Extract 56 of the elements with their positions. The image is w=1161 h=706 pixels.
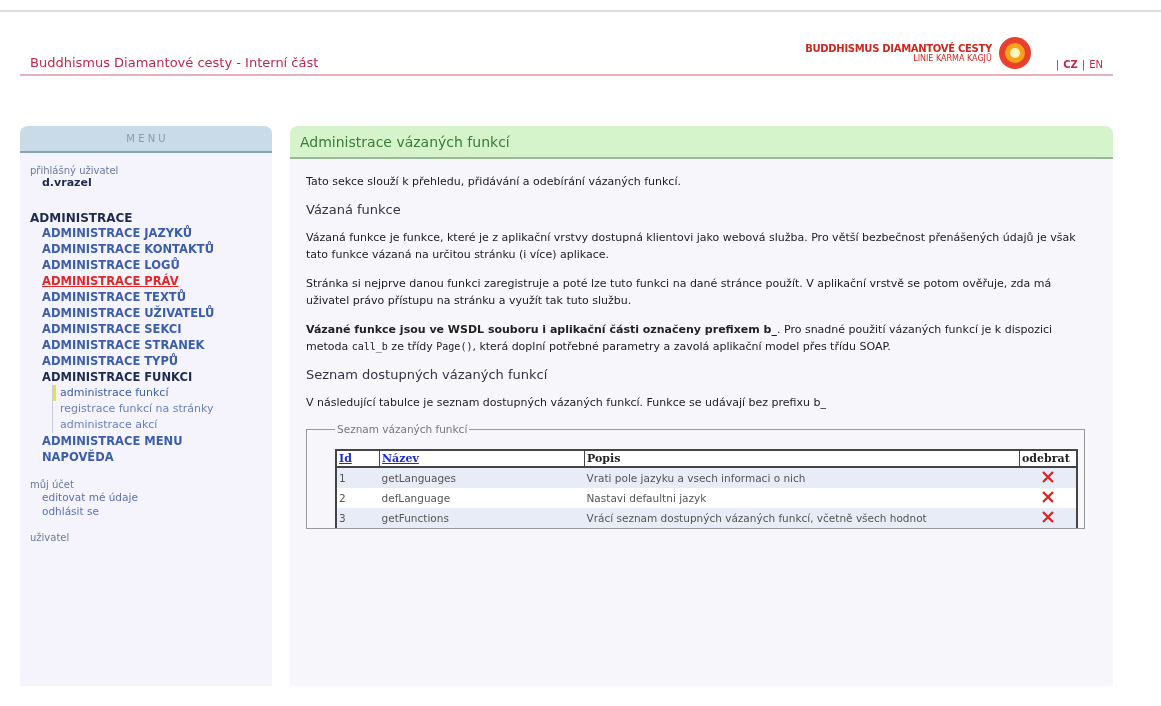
menu-item[interactable]: ADMINISTRACE MENU [42, 433, 183, 449]
submenu-item[interactable]: administrace funkcí [53, 385, 169, 401]
language-link[interactable]: CZ [1063, 59, 1078, 70]
menu-item[interactable]: ADMINISTRACE KONTAKTŮ [42, 241, 214, 257]
delete-icon[interactable] [1041, 491, 1054, 503]
table-cell: Vrácí seznam dostupných vázaných funkcí, včetně všech hodnot [584, 508, 1020, 528]
sort-link[interactable]: Název [382, 452, 419, 465]
column-header: odebrat [1019, 450, 1077, 467]
site-title: Buddhismus Diamantové cesty - Interní část [30, 55, 320, 70]
table-cell: getLanguages [379, 467, 585, 488]
column-header: Popis [584, 450, 1020, 467]
menu-section: ADMINISTRACE [30, 211, 133, 225]
section-heading: Vázaná funkce [306, 202, 402, 217]
menu-item[interactable]: ADMINISTRACE STRANEK [42, 337, 205, 353]
separator: | [1081, 59, 1086, 70]
menu-header: M E N U [20, 126, 272, 153]
paragraph: V následující tabulce je seznam dostupných vázaných funkcí. Funkce se udávají bez prefixu b_ [306, 395, 827, 411]
section-heading: Seznam dostupných vázaných funkcí [306, 367, 549, 382]
table-cell: Nastavi defaultni jazyk [584, 488, 1020, 508]
submenu-item[interactable]: registrace funkcí na stránky [53, 401, 214, 417]
language-link[interactable]: EN [1089, 59, 1103, 70]
account-label: můj účet [30, 479, 74, 490]
logo-subtitle: LINIE KARMA KAGJÜ [913, 54, 992, 63]
menu-item[interactable]: ADMINISTRACE TYPŮ [42, 353, 179, 369]
menu-item[interactable]: ADMINISTRACE UŽIVATELŮ [42, 305, 215, 321]
user-label: uživatel [30, 532, 70, 543]
account-link[interactable]: odhlásit se [42, 504, 99, 518]
table-cell: Vrati pole jazyku a vsech informaci o nich [584, 467, 1020, 488]
login-label: přihlášný uživatel [30, 165, 119, 176]
sort-link[interactable]: Id [339, 452, 352, 465]
table-cell: 2 [336, 488, 380, 508]
paragraph: Tato sekce slouží k přehledu, přidávání a odebírání vázaných funkcí. [306, 174, 682, 190]
menu-item[interactable]: ADMINISTRACE TEXTŮ [42, 289, 186, 305]
frame-legend: Seznam vázaných funkcí [335, 423, 470, 435]
menu-item[interactable]: ADMINISTRACE PRÁV [42, 273, 179, 289]
menu-item[interactable]: ADMINISTRACE FUNKCI [42, 369, 193, 385]
menu-item[interactable]: ADMINISTRACE JAZYKŮ [42, 225, 193, 241]
panel-title: Administrace vázaných funkcí [290, 126, 1113, 159]
separator: | [1055, 59, 1060, 70]
delete-icon[interactable] [1041, 471, 1054, 483]
logo-text: BUDDHISMUS DIAMANTOVÉ CESTY [805, 43, 992, 54]
table-cell: 1 [336, 467, 380, 488]
table-cell: defLanguage [379, 488, 585, 508]
logo-icon [997, 36, 1032, 70]
username: d.vrazel [42, 176, 92, 189]
table-cell: getFunctions [379, 508, 585, 528]
table-cell: 3 [336, 508, 380, 528]
submenu-item[interactable]: administrace akcí [53, 417, 158, 433]
delete-icon[interactable] [1041, 511, 1054, 523]
paragraph: Stránka si nejprve danou funkci zaregistruje a poté lze tuto funkci na dané stránce použít. V aplikační vrstvě se potom ověřuje, zda má uživatel právo přístupu na stránku a využít tak tuto službu. [306, 276, 1053, 309]
menu-item[interactable]: ADMINISTRACE LOGŮ [42, 257, 180, 273]
paragraph: Vázaná funkce je funkce, které je z aplikační vrstvy dostupná klientovi jako webová služba. Pro větší bezbečnost přenášených údajů je však tato funkce vázaná na určitou stránku (i více) aplikace. [306, 230, 1077, 263]
paragraph: Vázané funkce jsou ve WSDL souboru i aplikační části označeny prefixem b_. Pro snadné použití vázaných funkcí je k dispozici metoda call_b ze třídy Page(), která doplní potřebné parametry a zavolá aplikační model přes třídu SOAP. [306, 322, 1054, 355]
menu-item[interactable]: NAPOVĚDA [42, 449, 114, 465]
account-link[interactable]: editovat mé údaje [42, 490, 138, 504]
menu-item[interactable]: ADMINISTRACE SEKCI [42, 321, 182, 337]
